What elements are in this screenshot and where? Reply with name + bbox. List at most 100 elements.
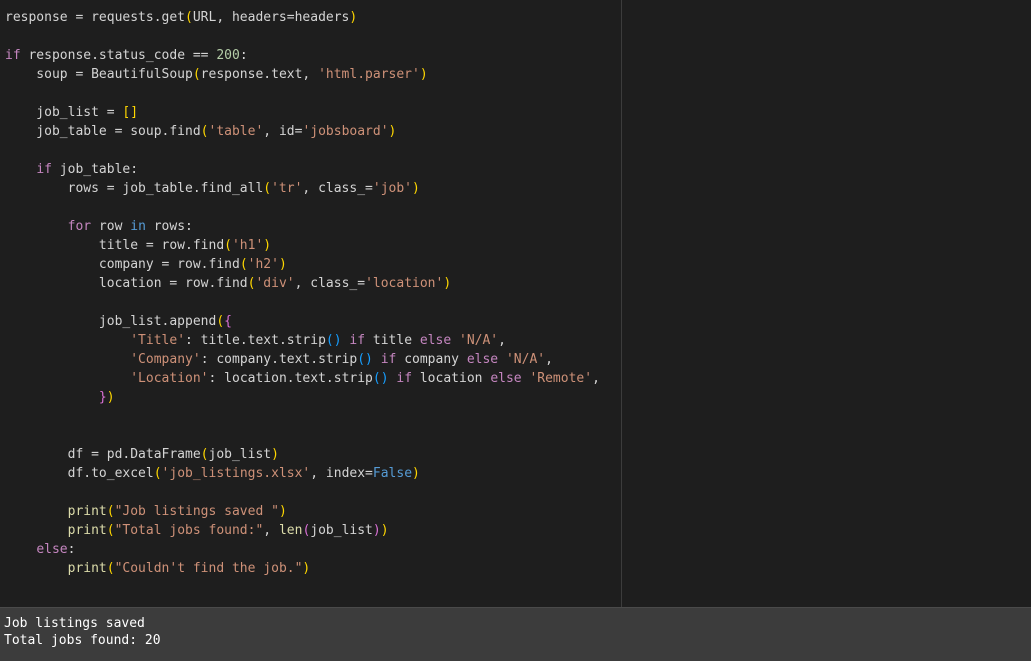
- code-token: ): [372, 523, 381, 538]
- code-token: if: [349, 333, 366, 348]
- code-token: , id=: [263, 124, 303, 139]
- code-token: soup = BeautifulSoup: [5, 67, 193, 82]
- code-token: 200: [216, 48, 240, 63]
- code-token: if: [36, 162, 52, 177]
- code-line[interactable]: rows = job_table.find_all('tr', class_='…: [5, 179, 600, 198]
- code-line[interactable]: else:: [5, 540, 600, 559]
- code-line[interactable]: job_list = []: [5, 103, 600, 122]
- code-token: , index=: [310, 466, 373, 481]
- code-line[interactable]: title = row.find('h1'): [5, 236, 600, 255]
- code-line[interactable]: job_table = soup.find('table', id='jobsb…: [5, 122, 600, 141]
- code-editor[interactable]: response = requests.get(URL, headers=hea…: [0, 0, 622, 607]
- code-token: df = pd.DataFrame: [5, 447, 201, 462]
- code-token: 'location': [365, 276, 444, 291]
- code-token: (: [263, 181, 272, 196]
- code-line[interactable]: [5, 141, 600, 160]
- code-token: (: [153, 466, 162, 481]
- code-token: else: [36, 542, 68, 557]
- code-line[interactable]: if response.status_code == 200:: [5, 46, 600, 65]
- code-content[interactable]: response = requests.get(URL, headers=hea…: [5, 8, 600, 578]
- code-line[interactable]: [5, 426, 600, 445]
- code-line[interactable]: company = row.find('h2'): [5, 255, 600, 274]
- code-line[interactable]: for row in rows:: [5, 217, 600, 236]
- code-token: : location.text.strip: [208, 371, 373, 386]
- code-line[interactable]: df = pd.DataFrame(job_list): [5, 445, 600, 464]
- code-line[interactable]: print("Job listings saved "): [5, 502, 600, 521]
- code-token: ,: [498, 333, 506, 348]
- code-token: ): [271, 447, 279, 462]
- code-token: ): [419, 67, 428, 82]
- code-token: ): [412, 181, 420, 196]
- code-token: :: [67, 542, 76, 557]
- code-token: 'N/A': [459, 333, 499, 348]
- code-token: "Couldn't find the job.": [114, 561, 303, 576]
- code-token: 'tr': [271, 181, 303, 196]
- code-line[interactable]: [5, 27, 600, 46]
- code-token: ,: [545, 352, 553, 367]
- code-token: response.text,: [200, 67, 319, 82]
- code-line[interactable]: soup = BeautifulSoup(response.text, 'htm…: [5, 65, 600, 84]
- code-token: in: [130, 219, 146, 234]
- code-token: : title.text.strip: [185, 333, 326, 348]
- code-token: (): [357, 352, 373, 367]
- code-line[interactable]: 'Company': company.text.strip() if compa…: [5, 350, 600, 369]
- code-line[interactable]: df.to_excel('job_listings.xlsx', index=F…: [5, 464, 600, 483]
- code-token: (: [216, 314, 225, 329]
- code-token: (: [200, 447, 209, 462]
- code-token: response.status_code ==: [20, 48, 217, 63]
- code-token: (): [372, 371, 389, 386]
- code-token: print: [5, 523, 107, 538]
- code-line[interactable]: [5, 198, 600, 217]
- code-line[interactable]: print("Total jobs found:", len(job_list)…: [5, 521, 600, 540]
- code-line[interactable]: [5, 293, 600, 312]
- code-line[interactable]: if job_table:: [5, 160, 600, 179]
- code-token: if: [5, 48, 21, 63]
- code-token: (: [106, 523, 115, 538]
- code-token: ): [263, 238, 272, 253]
- code-token: :: [239, 48, 248, 63]
- code-line[interactable]: [5, 483, 600, 502]
- code-token: URL, headers=headers: [192, 10, 350, 25]
- output-line-1: Job listings saved: [4, 616, 145, 631]
- code-token: job_table:: [51, 162, 139, 177]
- code-token: job_list: [208, 447, 272, 462]
- code-token: location = row.find: [5, 276, 248, 291]
- code-token: ,: [592, 371, 600, 386]
- code-token: 'job': [372, 181, 413, 196]
- code-token: (: [106, 561, 115, 576]
- code-line[interactable]: [5, 84, 600, 103]
- code-token: df.to_excel: [5, 466, 154, 481]
- code-token: , class_=: [294, 276, 366, 291]
- code-token: 'html.parser': [318, 67, 420, 82]
- code-token: (: [185, 10, 193, 25]
- code-token: ): [388, 124, 397, 139]
- code-line[interactable]: 'Location': location.text.strip() if loc…: [5, 369, 600, 388]
- code-line[interactable]: 'Title': title.text.strip() if title els…: [5, 331, 600, 350]
- code-line[interactable]: [5, 407, 600, 426]
- code-token: (: [200, 124, 209, 139]
- code-token: response = requests.get: [5, 10, 186, 25]
- code-line[interactable]: job_list.append({: [5, 312, 600, 331]
- code-token: 'div': [255, 276, 295, 291]
- code-token: job_list.append: [5, 314, 217, 329]
- code-token: len: [278, 523, 303, 538]
- code-token: 'table': [208, 124, 264, 139]
- code-token: job_list: [310, 523, 373, 538]
- code-line[interactable]: }): [5, 388, 600, 407]
- code-token: title = row.find: [5, 238, 225, 253]
- code-line[interactable]: location = row.find('div', class_='locat…: [5, 274, 600, 293]
- code-token: print: [5, 504, 107, 519]
- code-token: (: [106, 504, 115, 519]
- code-line[interactable]: print("Couldn't find the job."): [5, 559, 600, 578]
- code-line[interactable]: response = requests.get(URL, headers=hea…: [5, 8, 600, 27]
- secondary-pane: [622, 0, 1031, 607]
- code-token: 'job_listings.xlsx': [161, 466, 311, 481]
